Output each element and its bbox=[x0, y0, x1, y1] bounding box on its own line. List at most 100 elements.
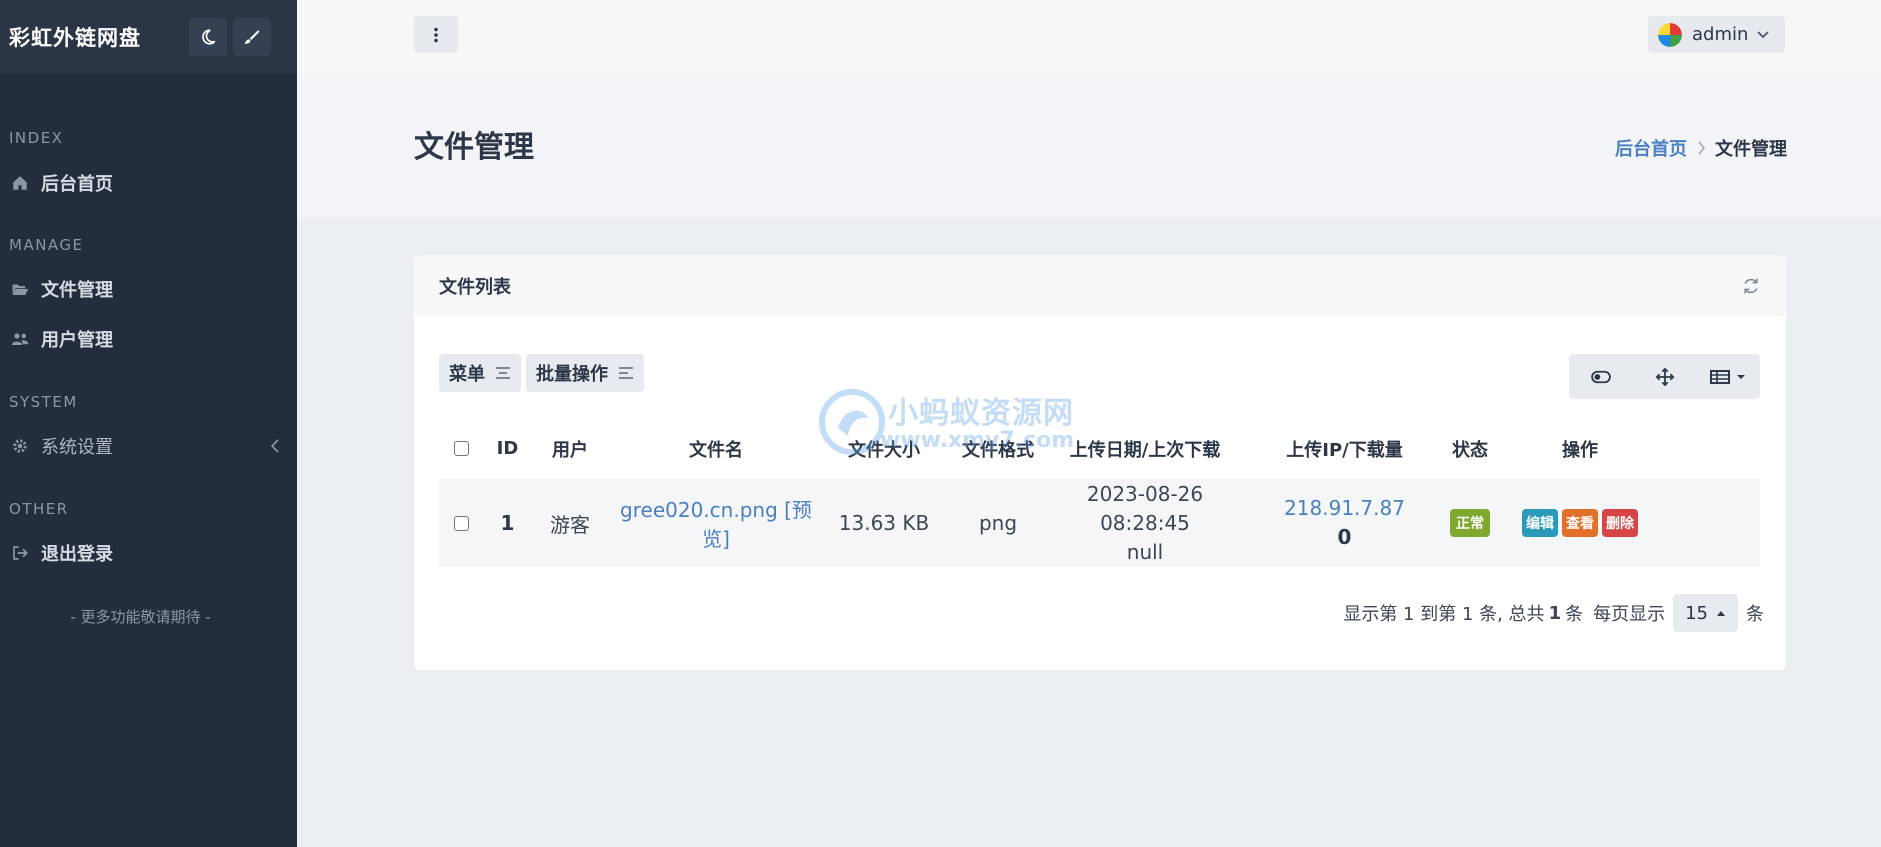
column-header-ops: 操作 bbox=[1562, 439, 1598, 461]
pagination-summary-suffix: 条 bbox=[1565, 604, 1584, 625]
column-header-size[interactable]: 文件大小 bbox=[823, 436, 945, 462]
breadcrumb: 后台首页 文件管理 bbox=[1615, 135, 1787, 161]
table-row: 1 游客 gree020.cn.png [预览] 13.63 KB png 20… bbox=[439, 479, 1760, 567]
pagination-total: 1 bbox=[1548, 602, 1562, 624]
upload-date: 2023-08-26 08:28:45 bbox=[1086, 481, 1204, 535]
refresh-icon[interactable] bbox=[1741, 276, 1761, 296]
row-checkbox[interactable] bbox=[454, 515, 469, 531]
batch-operations-button[interactable]: 批量操作 bbox=[526, 354, 644, 392]
menu-dropdown-button[interactable]: 菜单 bbox=[439, 354, 521, 392]
select-all-checkbox[interactable] bbox=[454, 441, 469, 456]
chevron-left-icon bbox=[270, 439, 279, 453]
page-size-select[interactable]: 15 bbox=[1673, 594, 1738, 632]
table-columns-icon bbox=[1710, 369, 1731, 384]
sidebar-item-label: 文件管理 bbox=[41, 280, 113, 301]
sidebar: 彩虹外链网盘 INDEX 后台首页 MANAGE 文件管理 用户管理 SYSTE… bbox=[0, 0, 297, 847]
align-center-icon bbox=[496, 367, 510, 379]
breadcrumb-current: 文件管理 bbox=[1715, 139, 1787, 160]
menu-button-label: 菜单 bbox=[449, 364, 485, 385]
sidebar-item-files[interactable]: 文件管理 bbox=[9, 276, 297, 302]
filename-link[interactable]: gree020.cn.png bbox=[620, 498, 778, 522]
columns-toggle-button[interactable] bbox=[1696, 368, 1760, 386]
edit-button[interactable]: 编辑 bbox=[1522, 509, 1558, 537]
avatar bbox=[1658, 22, 1682, 47]
toggle-icon bbox=[1591, 370, 1611, 383]
cell-user: 游客 bbox=[550, 512, 590, 537]
row-select-cell bbox=[439, 515, 484, 531]
user-name: admin bbox=[1692, 24, 1749, 45]
status-badge: 正常 bbox=[1450, 509, 1490, 537]
more-options-button[interactable] bbox=[414, 16, 458, 53]
card-header: 文件列表 bbox=[414, 255, 1786, 316]
download-count: 0 bbox=[1337, 525, 1352, 549]
column-header-status[interactable]: 状态 bbox=[1450, 436, 1490, 462]
caret-up-icon bbox=[1717, 611, 1725, 616]
user-menu-button[interactable]: admin bbox=[1648, 16, 1785, 53]
cell-size: 13.63 KB bbox=[838, 511, 930, 535]
sidebar-item-label: 系统设置 bbox=[41, 437, 113, 458]
last-download: null bbox=[1126, 539, 1164, 564]
breadcrumb-home-link[interactable]: 后台首页 bbox=[1615, 135, 1687, 161]
arrows-move-icon bbox=[1655, 367, 1674, 386]
chevron-down-icon bbox=[1757, 30, 1770, 38]
dark-mode-button[interactable] bbox=[189, 18, 227, 56]
sidebar-item-logout[interactable]: 退出登录 bbox=[9, 540, 297, 566]
home-icon bbox=[9, 174, 31, 192]
table-tools bbox=[1569, 354, 1760, 399]
page-size-value: 15 bbox=[1685, 602, 1708, 624]
file-list-card: 文件列表 菜单 批量操作 ID 用户 文件名 文件大小 文件格式 上传日期/上次… bbox=[414, 255, 1786, 670]
sidebar-item-users[interactable]: 用户管理 bbox=[9, 326, 297, 352]
cell-date: 2023-08-26 08:28:45 null bbox=[1051, 480, 1239, 567]
nav-heading-index: INDEX bbox=[9, 129, 64, 147]
delete-button[interactable]: 删除 bbox=[1602, 509, 1638, 537]
select-all-cell bbox=[439, 441, 484, 456]
gear-icon bbox=[9, 437, 31, 455]
nav-heading-other: OTHER bbox=[9, 500, 69, 518]
column-header-ip[interactable]: 上传IP/下载量 bbox=[1239, 436, 1450, 462]
column-header-user[interactable]: 用户 bbox=[531, 436, 609, 462]
upload-ip-link[interactable]: 218.91.7.87 bbox=[1239, 494, 1450, 523]
sidebar-footer-note: - 更多功能敬请期待 - bbox=[70, 608, 211, 626]
sidebar-item-label: 退出登录 bbox=[41, 544, 113, 565]
folder-open-icon bbox=[9, 280, 31, 298]
drag-sort-button[interactable] bbox=[1633, 367, 1697, 386]
page-title: 文件管理 bbox=[414, 130, 534, 165]
toggle-view-button[interactable] bbox=[1569, 368, 1633, 386]
sidebar-item-settings[interactable]: 系统设置 bbox=[9, 433, 297, 459]
caret-down-icon bbox=[1737, 374, 1746, 379]
pagination-summary-prefix: 显示第 1 到第 1 条, 总共 bbox=[1343, 604, 1545, 625]
vertical-ellipsis-icon bbox=[434, 27, 438, 42]
sidebar-item-label: 用户管理 bbox=[41, 330, 113, 351]
sidebar-item-label: 后台首页 bbox=[41, 174, 113, 195]
chevron-right-icon bbox=[1698, 141, 1706, 155]
batch-button-label: 批量操作 bbox=[536, 364, 608, 385]
cell-format: png bbox=[978, 511, 1018, 535]
align-left-icon bbox=[619, 367, 633, 379]
sidebar-item-dashboard[interactable]: 后台首页 bbox=[9, 170, 297, 196]
cell-ip: 218.91.7.87 0 bbox=[1239, 494, 1450, 552]
column-header-id[interactable]: ID bbox=[484, 438, 531, 459]
cell-id: 1 bbox=[500, 511, 515, 535]
theme-button[interactable] bbox=[233, 18, 271, 56]
cell-ops: 编辑 查看 删除 bbox=[1490, 509, 1670, 537]
cell-status: 正常 bbox=[1450, 509, 1490, 537]
nav-heading-manage: MANAGE bbox=[9, 236, 84, 254]
file-table: ID 用户 文件名 文件大小 文件格式 上传日期/上次下载 上传IP/下载量 状… bbox=[439, 418, 1760, 567]
column-header-date[interactable]: 上传日期/上次下载 bbox=[1051, 436, 1239, 462]
view-button[interactable]: 查看 bbox=[1562, 509, 1598, 537]
page-header: 文件管理 后台首页 文件管理 bbox=[297, 74, 1881, 218]
per-page-label: 每页显示 bbox=[1593, 604, 1666, 625]
pagination: 显示第 1 到第 1 条, 总共 1 条 每页显示 15 条 bbox=[1343, 594, 1764, 632]
column-header-format[interactable]: 文件格式 bbox=[945, 436, 1051, 462]
table-header-row: ID 用户 文件名 文件大小 文件格式 上传日期/上次下载 上传IP/下载量 状… bbox=[439, 418, 1760, 479]
users-icon bbox=[9, 330, 31, 348]
moon-icon bbox=[202, 29, 216, 45]
cell-filename: gree020.cn.png [预览] bbox=[609, 494, 823, 552]
brand-bar: 彩虹外链网盘 bbox=[0, 0, 297, 74]
card-title: 文件列表 bbox=[439, 276, 511, 298]
brand-title: 彩虹外链网盘 bbox=[9, 26, 141, 50]
column-header-filename[interactable]: 文件名 bbox=[609, 436, 823, 462]
brush-icon bbox=[244, 30, 260, 44]
nav-heading-system: SYSTEM bbox=[9, 393, 78, 411]
per-page-unit: 条 bbox=[1746, 604, 1764, 625]
